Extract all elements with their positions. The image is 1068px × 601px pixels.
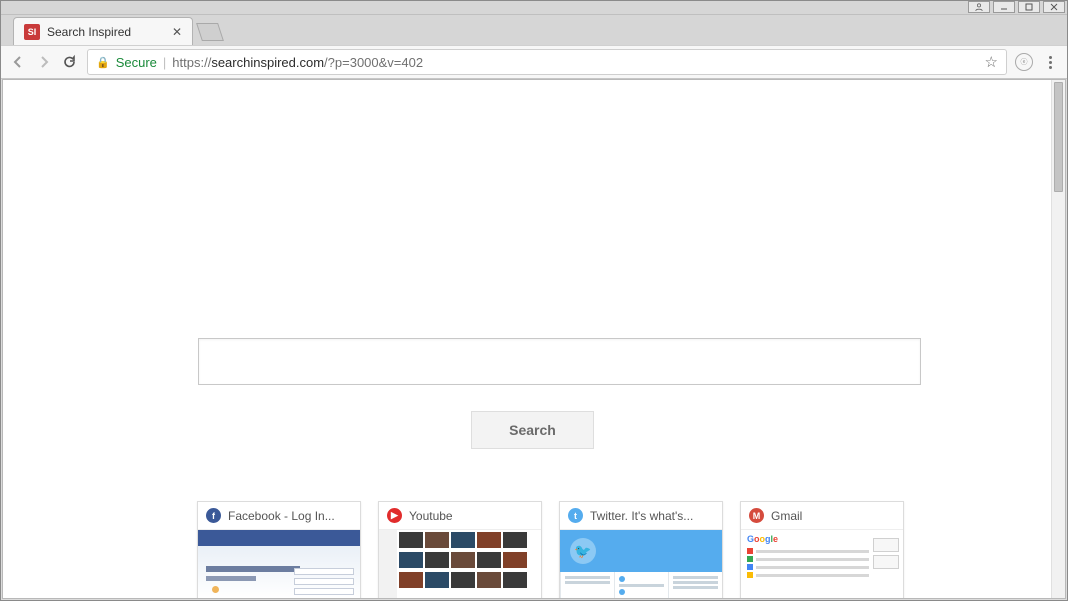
tile-favicon: ▶: [387, 508, 402, 523]
page-viewport: Search f Facebook - Log In... ▶ Youtube t Twi…: [2, 79, 1066, 599]
tile-favicon: M: [749, 508, 764, 523]
new-tab-button[interactable]: [196, 23, 224, 41]
search-button[interactable]: Search: [471, 411, 594, 449]
scrollbar-thumb[interactable]: [1054, 82, 1063, 192]
bookmark-star-icon[interactable]: ☆: [985, 53, 998, 71]
browser-tabstrip: SI Search Inspired ✕: [1, 15, 1067, 45]
os-close-button[interactable]: [1043, 1, 1065, 13]
tile-favicon: t: [568, 508, 583, 523]
tile-header: M Gmail: [741, 502, 903, 530]
tile-thumbnail: Google: [741, 530, 903, 598]
quicklink-tile[interactable]: ▶ Youtube: [378, 501, 542, 598]
vertical-scrollbar[interactable]: [1051, 80, 1065, 598]
browser-menu-button[interactable]: [1041, 56, 1059, 69]
tile-label: Youtube: [409, 509, 453, 523]
forward-button[interactable]: [35, 53, 53, 71]
lock-icon: 🔒: [96, 56, 110, 69]
tile-label: Gmail: [771, 509, 802, 523]
os-titlebar: [1, 1, 1067, 15]
os-user-button[interactable]: [968, 1, 990, 13]
tile-thumbnail: [379, 530, 541, 598]
os-minimize-button[interactable]: [993, 1, 1015, 13]
reload-button[interactable]: [61, 53, 79, 71]
extension-icon[interactable]: ⓔ: [1015, 53, 1033, 71]
browser-tab-active[interactable]: SI Search Inspired ✕: [13, 17, 193, 45]
quicklink-tile[interactable]: t Twitter. It's what's... 🐦: [559, 501, 723, 598]
tile-header: f Facebook - Log In...: [198, 502, 360, 530]
tile-header: t Twitter. It's what's...: [560, 502, 722, 530]
url-text: https://searchinspired.com/?p=3000&v=402: [172, 55, 423, 70]
quicklink-tiles: f Facebook - Log In... ▶ Youtube t Twitter. I…: [197, 501, 904, 598]
url-protocol: https://: [172, 55, 211, 70]
tile-thumbnail: [198, 530, 360, 598]
tab-close-icon[interactable]: ✕: [172, 25, 182, 39]
quicklink-tile[interactable]: M Gmail Google: [740, 501, 904, 598]
tile-header: ▶ Youtube: [379, 502, 541, 530]
url-host: searchinspired.com: [211, 55, 324, 70]
page-content: Search f Facebook - Log In... ▶ Youtube t Twi…: [3, 80, 1051, 598]
separator: |: [163, 55, 166, 70]
tile-thumbnail: 🐦: [560, 530, 722, 598]
tab-favicon: SI: [24, 24, 40, 40]
address-bar[interactable]: 🔒 Secure | https://searchinspired.com/?p…: [87, 49, 1007, 75]
tab-title: Search Inspired: [47, 25, 131, 39]
quicklink-tile[interactable]: f Facebook - Log In...: [197, 501, 361, 598]
tile-favicon: f: [206, 508, 221, 523]
url-path: /?p=3000&v=402: [324, 55, 423, 70]
tile-label: Twitter. It's what's...: [590, 509, 693, 523]
search-input[interactable]: [198, 338, 921, 385]
tile-label: Facebook - Log In...: [228, 509, 335, 523]
os-maximize-button[interactable]: [1018, 1, 1040, 13]
back-button[interactable]: [9, 53, 27, 71]
secure-label: Secure: [116, 55, 157, 70]
browser-toolbar: 🔒 Secure | https://searchinspired.com/?p…: [1, 45, 1067, 79]
